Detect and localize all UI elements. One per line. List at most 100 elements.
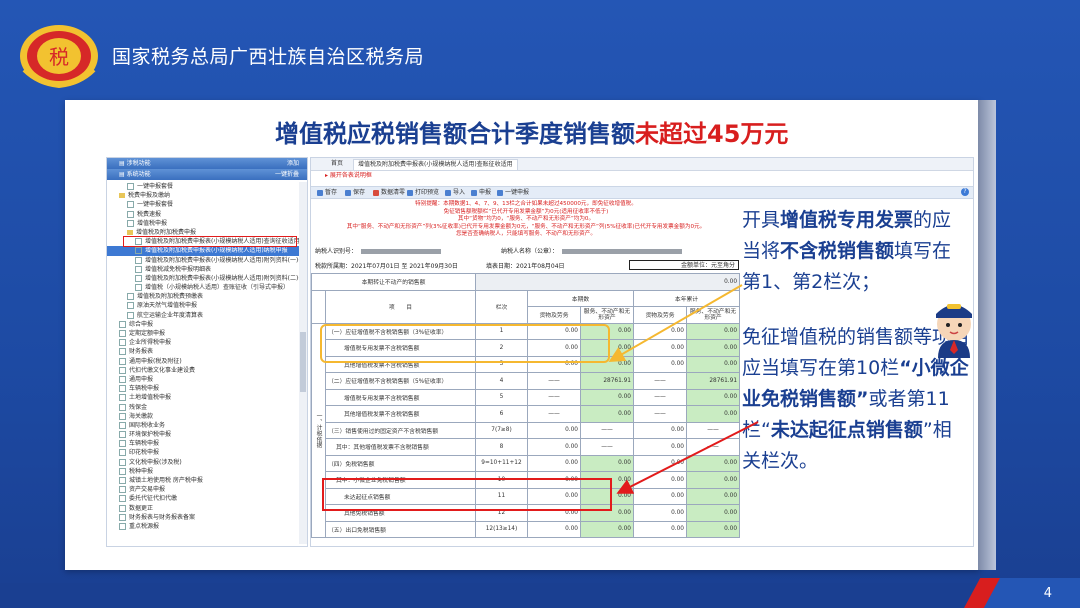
tree-item[interactable]: 通用申报(税及附征) xyxy=(107,357,307,366)
tree-bar-system-functions[interactable]: ▤ 系统功能 一键折叠 xyxy=(107,169,307,180)
amount-cell[interactable]: 0.00 xyxy=(580,405,634,423)
tree-item[interactable]: 车辆税申报 xyxy=(107,384,307,393)
save-draft-button[interactable]: 暂存 xyxy=(317,187,337,198)
document-icon xyxy=(119,504,126,512)
amount-cell[interactable]: 0.00 xyxy=(685,487,741,505)
help-icon[interactable]: ? xyxy=(961,188,969,196)
amount-cell[interactable]: 0.00 xyxy=(580,520,634,538)
tree-item[interactable]: 印花税申报 xyxy=(107,448,307,457)
amount-cell[interactable]: 0.00 xyxy=(633,504,687,522)
explanation-text-box: 开具增值税专用发票的应当将不含税销售额填写在第1、第2栏次； 免征增值税的销售额… xyxy=(742,205,970,545)
tree-bar-tax-functions[interactable]: ▤ 涉税功能 添加 xyxy=(107,158,307,169)
tree-scrollbar-thumb[interactable] xyxy=(300,332,306,392)
save-button[interactable]: 保存 xyxy=(345,187,365,198)
amount-cell[interactable]: 0.00 xyxy=(685,339,741,357)
one-click-declare-button[interactable]: 一键申报 xyxy=(497,187,529,198)
emblem-glyph: 税 xyxy=(49,45,69,69)
tree-item[interactable]: 企业所得税申报 xyxy=(107,338,307,347)
tree-item[interactable]: 财务报表与财务报表备案 xyxy=(107,513,307,522)
one-click-label: 一键申报 xyxy=(505,189,530,196)
amount-cell[interactable]: 0.00 xyxy=(633,520,687,538)
document-icon xyxy=(119,366,126,374)
amount-cell[interactable]: 0.00 xyxy=(633,421,687,439)
tree-item-label: 一键申报套餐 xyxy=(137,201,174,209)
tree-item[interactable]: 增值税及附加税费预缴表 xyxy=(107,292,307,301)
document-icon xyxy=(119,486,126,494)
tree-item[interactable]: 税费申报及缴纳 xyxy=(107,191,307,200)
tree-item[interactable]: 税种申报 xyxy=(107,467,307,476)
amount-cell[interactable]: 0.00 xyxy=(633,471,687,489)
tree-item[interactable]: 税费速报 xyxy=(107,210,307,219)
tree-item[interactable]: 综合申报 xyxy=(107,320,307,329)
amount-cell[interactable]: 0.00 xyxy=(685,388,741,406)
tab-vat-declaration[interactable]: 增值税及附加税费申报表(小规模纳税人适用)查账征收适用 xyxy=(353,159,518,170)
amount-cell[interactable]: 0.00 xyxy=(527,520,581,538)
tree-item[interactable]: 财务报表 xyxy=(107,347,307,356)
amount-cell[interactable]: 0.00 xyxy=(633,438,687,456)
document-icon xyxy=(119,330,126,337)
tree-item[interactable]: 一键申报套餐 xyxy=(107,182,307,191)
tree-item[interactable]: 原油天然气增值税申报 xyxy=(107,301,307,310)
tree-item[interactable]: 一键申报套餐 xyxy=(107,200,307,209)
tree-item[interactable]: 增值税（小规模纳税人适用）查账征收（引导式申报） xyxy=(107,283,307,292)
amount-cell[interactable]: 0.00 xyxy=(685,405,741,423)
tree-item[interactable]: 增值税申报 xyxy=(107,219,307,228)
tree-item[interactable]: 委托代征代扣代缴 xyxy=(107,494,307,503)
declare-button[interactable]: 申报 xyxy=(471,187,491,198)
amount-cell[interactable]: 0.00 xyxy=(527,438,581,456)
amount-cell[interactable]: 0.00 xyxy=(633,454,687,472)
amount-cell[interactable]: 0.00 xyxy=(527,421,581,439)
tree-item[interactable]: 资产交易申报 xyxy=(107,485,307,494)
tree-item[interactable]: 代扣代缴文化事业建设费 xyxy=(107,366,307,375)
amount-cell[interactable]: 0.00 xyxy=(580,388,634,406)
amount-cell[interactable]: 0.00 xyxy=(685,322,741,340)
clear-data-button[interactable]: 数据清零 xyxy=(373,187,405,198)
document-icon xyxy=(119,431,126,439)
document-icon xyxy=(119,394,126,402)
tree-item[interactable]: 数据更正 xyxy=(107,504,307,513)
declare-icon xyxy=(471,189,477,196)
tree-scrollbar[interactable] xyxy=(299,182,307,544)
tax-officer-mascot-icon xyxy=(936,304,972,358)
tab-home[interactable]: 首页 xyxy=(327,159,347,169)
tree-item[interactable]: 城镇土地使用税 房产税申报 xyxy=(107,476,307,485)
tree-add-button[interactable]: 添加 xyxy=(287,158,299,169)
tree-item[interactable]: 土地增值税申报 xyxy=(107,393,307,402)
document-icon xyxy=(127,183,134,190)
amount-cell[interactable]: 0.00 xyxy=(685,471,741,489)
tree-item-label: 企业所得税申报 xyxy=(129,339,172,347)
tree-item[interactable]: 国际税收业务 xyxy=(107,421,307,430)
amount-cell[interactable]: 0.00 xyxy=(580,454,634,472)
tree-item[interactable]: 增值税及附加税费申报表(小规模纳税人适用)纳税申报 xyxy=(107,246,307,256)
amount-cell[interactable]: 0.00 xyxy=(633,339,687,357)
tree-item[interactable]: 环境保护税申报 xyxy=(107,430,307,439)
tree-item[interactable]: 增值税减免税申报明细表 xyxy=(107,265,307,274)
transfer-real-estate-value[interactable]: 0.00 xyxy=(474,273,741,291)
amount-cell[interactable]: 28761.91 xyxy=(685,372,741,390)
tree-item[interactable]: 车辆税申报 xyxy=(107,439,307,448)
amount-cell[interactable]: 0.00 xyxy=(685,454,741,472)
tree-item[interactable]: 增值税及附加税费申报表(小规模纳税人适用)附列资料(一)(服务) xyxy=(107,256,307,265)
expand-notes-link[interactable]: ▸ 展开各表说明框 xyxy=(311,171,973,181)
tree-item[interactable]: 通用申报 xyxy=(107,375,307,384)
amount-cell[interactable]: 0.00 xyxy=(633,322,687,340)
print-preview-button[interactable]: 打印预览 xyxy=(407,187,439,198)
amount-cell[interactable]: 0.00 xyxy=(633,355,687,373)
tree-item[interactable]: 重点税源报 xyxy=(107,522,307,531)
tree-item[interactable]: 增值税及附加税费申报表(小规模纳税人适用)附列资料(二)(附加税费) xyxy=(107,274,307,283)
tree-item[interactable]: 定期定额申报 xyxy=(107,329,307,338)
tree-item[interactable]: 海关缴款 xyxy=(107,412,307,421)
panel-side-tab xyxy=(978,100,996,570)
tree-item[interactable]: 文化税申报(涉及税) xyxy=(107,458,307,467)
amount-cell[interactable]: 28761.91 xyxy=(580,372,634,390)
import-button[interactable]: 导入 xyxy=(445,187,465,198)
amount-cell[interactable]: 0.00 xyxy=(685,520,741,538)
tree-collapse-all-button[interactable]: 一键折叠 xyxy=(275,169,299,180)
amount-cell[interactable]: 0.00 xyxy=(685,355,741,373)
col-services-header-ytd: 服务、不动产和无形资产 xyxy=(685,306,741,324)
amount-cell[interactable]: 0.00 xyxy=(527,454,581,472)
amount-cell[interactable]: 0.00 xyxy=(685,504,741,522)
amount-cell[interactable]: 0.00 xyxy=(633,487,687,505)
tree-item[interactable]: 航空运输企业年度清算表 xyxy=(107,311,307,320)
tree-item[interactable]: 残保金 xyxy=(107,403,307,412)
